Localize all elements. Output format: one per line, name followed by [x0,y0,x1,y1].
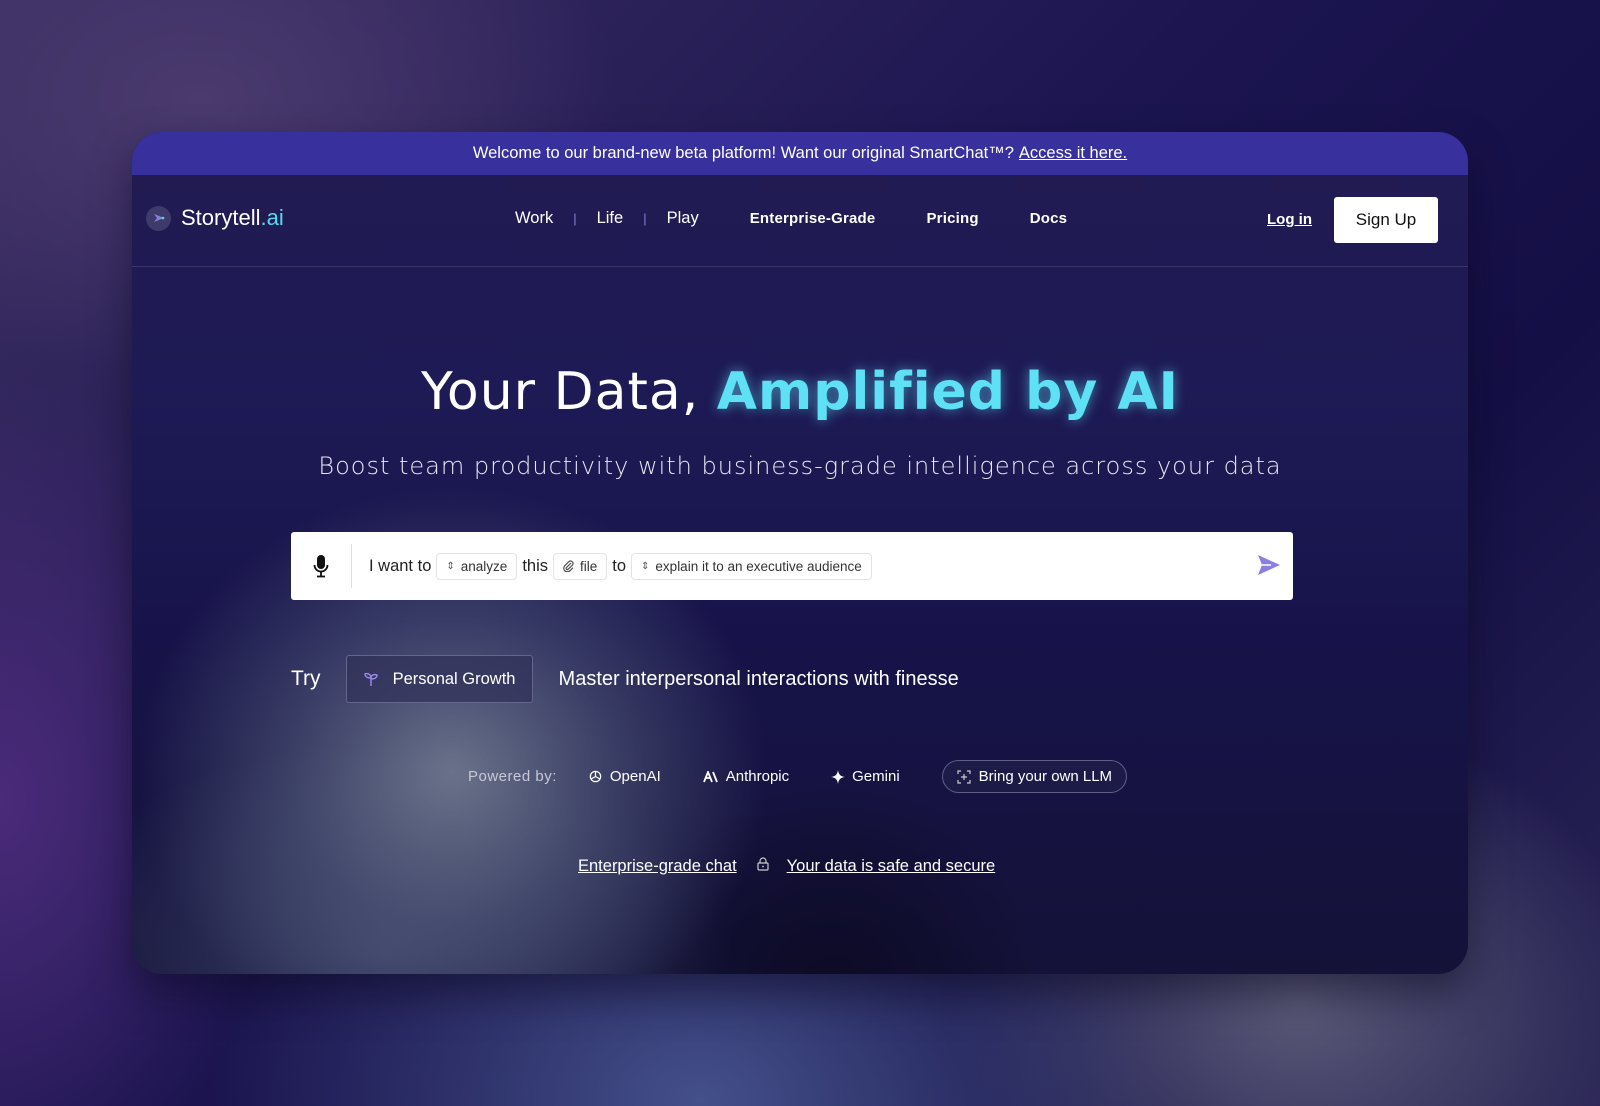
prompt-part-3: to [612,556,627,575]
nav-enterprise-grade[interactable]: Enterprise-Grade [750,210,876,227]
add-model-icon [957,769,971,784]
hero-subtitle: Boost team productivity with business-gr… [318,452,1282,480]
microphone-icon [313,555,329,578]
try-row: Try Personal Growth Master interpersonal… [291,655,959,703]
nav-docs[interactable]: Docs [1030,210,1067,227]
paperclip-icon [563,560,574,572]
nav-links: Work | Life | Play Enterprise-Grade Pric… [515,209,1067,228]
logo-suffix: .ai [260,205,284,230]
provider-gemini: Gemini [831,768,900,785]
logo-text: Storytell [181,205,261,230]
try-label: Try [291,667,321,690]
landing-card: Welcome to our brand-new beta platform! … [132,132,1468,974]
nav-life[interactable]: Life [597,209,624,228]
openai-label: OpenAI [609,768,661,785]
signup-button[interactable]: Sign Up [1334,197,1438,243]
anthropic-icon [702,770,718,782]
prompt-sentence: I want to ⇕ analyze this file to ⇕ expla… [369,552,872,580]
prompt-part-1: I want to [369,556,432,575]
anthropic-label: Anthropic [725,768,790,785]
hero-title-plain: Your Data, [421,362,717,422]
banner-text: Welcome to our brand-new beta platform! … [472,144,1014,162]
goal-value: explain it to an executive audience [655,558,862,574]
microphone-button[interactable] [291,544,352,588]
enterprise-chat-link[interactable]: Enterprise-grade chat [578,857,737,876]
hero-title-accent: Amplified by AI [716,362,1179,422]
banner-access-link[interactable]: Access it here. [1019,144,1127,163]
logo-icon [146,205,171,231]
gemini-icon [831,769,846,784]
send-icon [1258,555,1280,575]
personal-growth-button[interactable]: Personal Growth [345,655,533,703]
nav-work[interactable]: Work [515,209,553,228]
file-value: file [580,558,598,574]
prompt-builder: I want to ⇕ analyze this file to ⇕ expla… [291,532,1293,600]
select-arrows-icon: ⇕ [446,560,455,572]
logo[interactable]: Storytell.ai [146,205,284,231]
nav-play[interactable]: Play [667,209,699,228]
trust-links: Enterprise-grade chat Your data is safe … [578,857,995,876]
try-description: Master interpersonal interactions with f… [558,667,959,690]
nav-separator: | [573,211,577,226]
nav-pricing[interactable]: Pricing [926,210,978,227]
login-link[interactable]: Log in [1267,211,1312,228]
gemini-label: Gemini [852,768,900,785]
hero-title: Your Data, Amplified by AI [132,362,1468,422]
personal-growth-label: Personal Growth [392,669,516,688]
announcement-banner: Welcome to our brand-new beta platform! … [132,132,1468,175]
powered-by-row: Powered by: OpenAI Anthropic Gemini Brin… [468,760,1128,793]
byo-llm-label: Bring your own LLM [978,768,1113,785]
bring-your-own-llm-button[interactable]: Bring your own LLM [941,760,1128,793]
file-attach-button[interactable]: file [553,552,608,580]
select-arrows-icon: ⇕ [641,560,650,572]
prompt-part-2: this [522,556,548,575]
data-secure-link[interactable]: Your data is safe and secure [787,857,996,876]
top-nav: Storytell.ai Work | Life | Play Enterpri… [132,175,1468,267]
powered-by-label: Powered by: [468,768,557,785]
lock-icon [757,857,769,876]
openai-icon [589,770,602,783]
send-button[interactable] [1257,554,1281,581]
nav-separator: | [643,211,647,226]
sprout-icon [363,672,378,686]
provider-anthropic: Anthropic [702,768,790,785]
provider-openai: OpenAI [588,768,661,785]
goal-select[interactable]: ⇕ explain it to an executive audience [631,552,872,580]
verb-value: analyze [460,558,508,574]
verb-select[interactable]: ⇕ analyze [436,552,518,580]
